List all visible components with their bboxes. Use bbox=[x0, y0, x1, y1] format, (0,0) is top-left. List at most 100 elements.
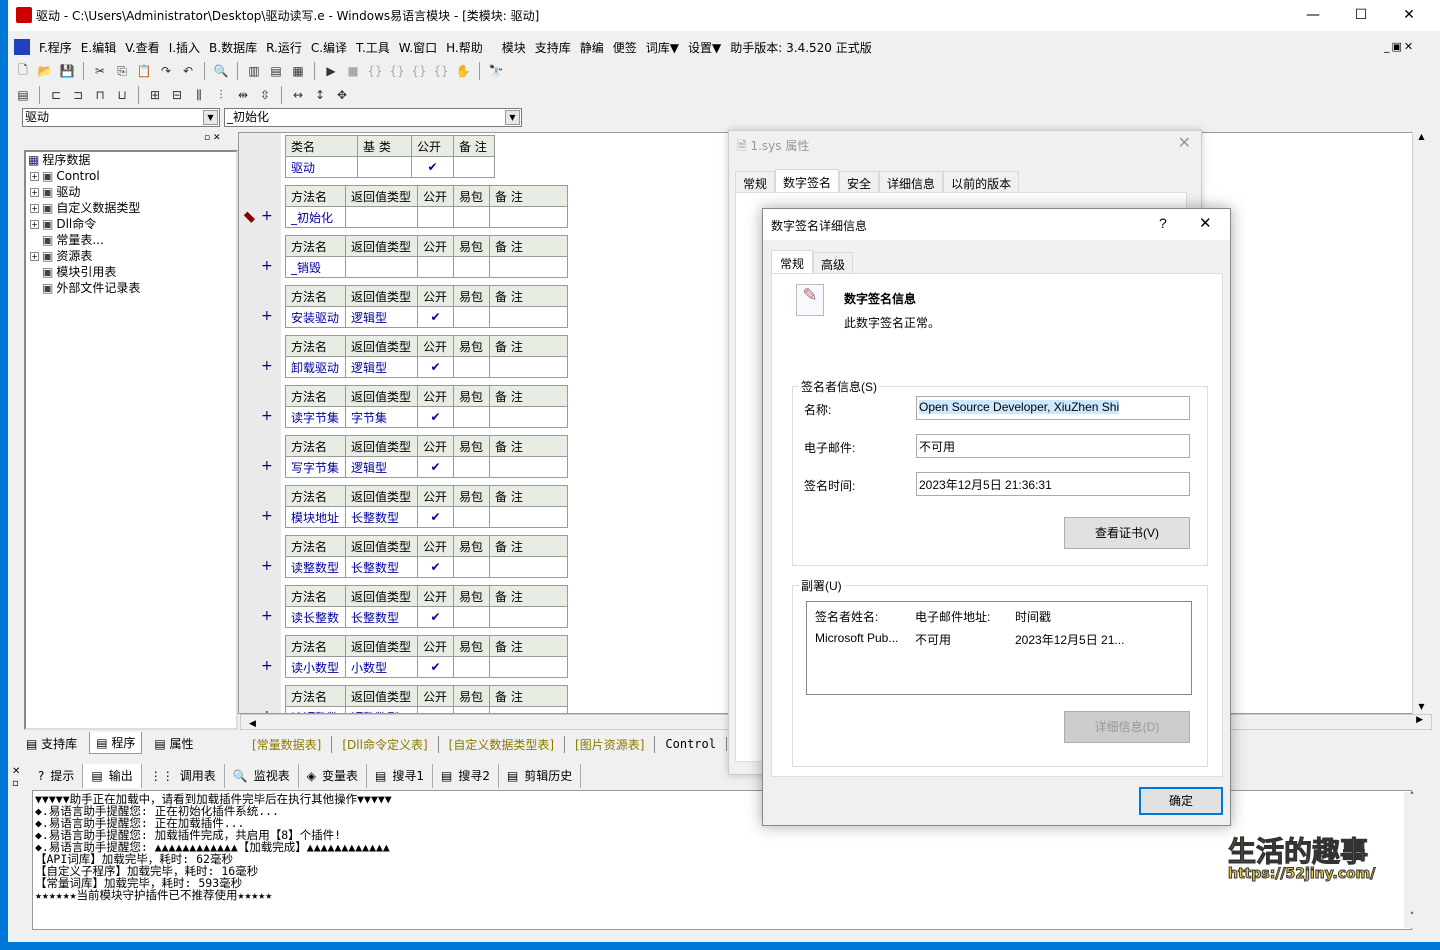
epackage-cell[interactable] bbox=[453, 606, 490, 628]
expand-method-icon[interactable]: + bbox=[261, 408, 273, 424]
run-icon[interactable]: ▶ bbox=[322, 62, 340, 80]
center-v-icon[interactable]: ⊟ bbox=[168, 86, 186, 104]
column-header[interactable]: 签名者姓名: bbox=[815, 608, 878, 625]
align-left-icon[interactable]: ⊏ bbox=[47, 86, 65, 104]
epackage-cell[interactable] bbox=[453, 506, 490, 528]
note-cell[interactable] bbox=[489, 356, 568, 378]
return-type-cell[interactable]: 逻辑型 bbox=[345, 456, 418, 478]
tree-item[interactable]: + ▣ Control bbox=[26, 168, 236, 184]
column-header[interactable]: 时间戳 bbox=[1015, 608, 1051, 625]
open-icon[interactable]: 📂 bbox=[36, 62, 54, 80]
tab-control[interactable]: Control bbox=[655, 737, 727, 751]
tab-constants[interactable]: [常量数据表] bbox=[242, 735, 333, 753]
tab-program[interactable]: ▤ 程序 bbox=[89, 732, 143, 754]
output-tab[interactable]: ◈ 变量表 bbox=[299, 763, 367, 788]
email-field[interactable]: 不可用 bbox=[916, 434, 1190, 458]
tree-item[interactable]: + ▣ 资源表 bbox=[26, 248, 236, 264]
help-button[interactable]: ? bbox=[1159, 215, 1167, 231]
public-cell[interactable] bbox=[417, 256, 454, 278]
align-bottom-icon[interactable]: ⊔ bbox=[113, 86, 131, 104]
properties-tab[interactable]: 以前的版本 bbox=[943, 170, 1020, 195]
view-certificate-button[interactable]: 查看证书(V) bbox=[1064, 517, 1190, 549]
menu-compile[interactable]: C.编译 bbox=[311, 39, 347, 56]
return-type-cell[interactable]: 短整数型 bbox=[345, 706, 418, 713]
binoculars-icon[interactable]: 🔭 bbox=[487, 62, 505, 80]
menu-view[interactable]: V.查看 bbox=[125, 39, 159, 56]
name-field[interactable]: Open Source Developer, XiuZhen Shi bbox=[916, 396, 1190, 420]
return-type-cell[interactable]: 长整数型 bbox=[345, 556, 418, 578]
undo-icon[interactable]: ↶ bbox=[179, 62, 197, 80]
same-height-icon[interactable]: ↕ bbox=[311, 86, 329, 104]
tab-properties[interactable]: ▤ 属性 bbox=[148, 733, 199, 754]
tree-root[interactable]: ▦ 程序数据 bbox=[26, 152, 236, 168]
step-icon[interactable]: {} bbox=[366, 62, 384, 80]
redo-icon[interactable]: ↷ bbox=[157, 62, 175, 80]
return-type-cell[interactable] bbox=[345, 256, 418, 278]
tab-custom-types[interactable]: [自定义数据类型表] bbox=[439, 735, 566, 753]
base-class-cell[interactable] bbox=[357, 156, 412, 178]
menu-edit[interactable]: E.编辑 bbox=[81, 39, 116, 56]
output-tab[interactable]: ? 提示 bbox=[30, 763, 84, 788]
find-icon[interactable]: 🔍 bbox=[212, 62, 230, 80]
panel-controls[interactable]: ▫ ✕ bbox=[204, 133, 221, 143]
column-header[interactable]: 电子邮件地址: bbox=[915, 608, 990, 625]
return-type-cell[interactable]: 小数型 bbox=[345, 656, 418, 678]
return-type-cell[interactable]: 长整数型 bbox=[345, 506, 418, 528]
return-type-cell[interactable] bbox=[345, 206, 418, 228]
app-menu-icon[interactable] bbox=[14, 39, 30, 55]
signing-time-field[interactable]: 2023年12月5日 21:36:31 bbox=[916, 472, 1190, 496]
expand-icon[interactable]: + bbox=[30, 203, 39, 213]
epackage-cell[interactable] bbox=[453, 556, 490, 578]
note-cell[interactable] bbox=[489, 406, 568, 428]
expand-method-icon[interactable]: + bbox=[261, 208, 273, 224]
close-icon[interactable]: ✕ bbox=[1178, 133, 1191, 152]
stop-icon[interactable]: ■ bbox=[344, 62, 362, 80]
step-out-icon[interactable]: {} bbox=[410, 62, 428, 80]
menu-window[interactable]: W.窗口 bbox=[399, 39, 437, 56]
output-tab[interactable]: ▤ 搜寻1 bbox=[367, 763, 433, 788]
chevron-down-icon[interactable]: ▼ bbox=[203, 110, 218, 125]
menu-settings[interactable]: 设置▼ bbox=[688, 39, 721, 56]
list-cell[interactable]: 2023年12月5日 21... bbox=[1015, 631, 1124, 648]
layout2-icon[interactable]: ▤ bbox=[267, 62, 285, 80]
method-name-cell[interactable]: 读小数型 bbox=[285, 656, 346, 678]
epackage-cell[interactable] bbox=[453, 356, 490, 378]
menu-module[interactable]: 模块 bbox=[502, 39, 526, 56]
method-name-cell[interactable]: _初始化 bbox=[285, 206, 346, 228]
epackage-cell[interactable] bbox=[453, 456, 490, 478]
expand-method-icon[interactable]: + bbox=[261, 358, 273, 374]
output-panel-controls[interactable]: ✕ ▫ bbox=[12, 766, 20, 790]
hand-icon[interactable]: ✋ bbox=[454, 62, 472, 80]
menu-database[interactable]: B.数据库 bbox=[209, 39, 257, 56]
output-tab[interactable]: ⋮⋮ 调用表 bbox=[142, 763, 225, 788]
menu-run[interactable]: R.运行 bbox=[266, 39, 302, 56]
expand-method-icon[interactable]: + bbox=[261, 658, 273, 674]
tree-item[interactable]: ▣ 外部文件记录表 bbox=[26, 280, 236, 296]
new-icon[interactable]: 🗋 bbox=[14, 62, 32, 80]
method-name-cell[interactable]: _销毁 bbox=[285, 256, 346, 278]
same-width-icon[interactable]: ↔ bbox=[289, 86, 307, 104]
output-tab[interactable]: ▤ 输出 bbox=[83, 763, 142, 788]
tab-advanced[interactable]: 高级 bbox=[813, 251, 854, 276]
copy-icon[interactable]: ⎘ bbox=[113, 62, 131, 80]
expand-method-icon[interactable]: + bbox=[261, 508, 273, 524]
tree-item[interactable]: ▣ 模块引用表 bbox=[26, 264, 236, 280]
return-type-cell[interactable]: 字节集 bbox=[345, 406, 418, 428]
expand-method-icon[interactable]: + bbox=[261, 308, 273, 324]
method-name-cell[interactable]: 写字节集 bbox=[285, 456, 346, 478]
menu-support-lib[interactable]: 支持库 bbox=[535, 39, 571, 56]
align-icon[interactable]: ▤ bbox=[14, 86, 32, 104]
dist-h-icon[interactable]: ⇹ bbox=[234, 86, 252, 104]
expand-icon[interactable]: + bbox=[30, 219, 39, 229]
note-cell[interactable] bbox=[489, 506, 568, 528]
return-type-cell[interactable]: 长整数型 bbox=[345, 606, 418, 628]
properties-tab[interactable]: 安全 bbox=[839, 170, 880, 195]
output-tab[interactable]: ▤ 剪辑历史 bbox=[499, 763, 582, 788]
return-type-cell[interactable]: 逻辑型 bbox=[345, 306, 418, 328]
space-h-icon[interactable]: ⫼ bbox=[190, 86, 208, 104]
maximize-button[interactable]: ☐ bbox=[1338, 0, 1384, 31]
check-icon[interactable]: ✔ bbox=[417, 656, 454, 678]
expand-method-icon[interactable]: + bbox=[261, 558, 273, 574]
method-name-cell[interactable]: 读长整数 bbox=[285, 606, 346, 628]
method-name-cell[interactable]: 读字节集 bbox=[285, 406, 346, 428]
